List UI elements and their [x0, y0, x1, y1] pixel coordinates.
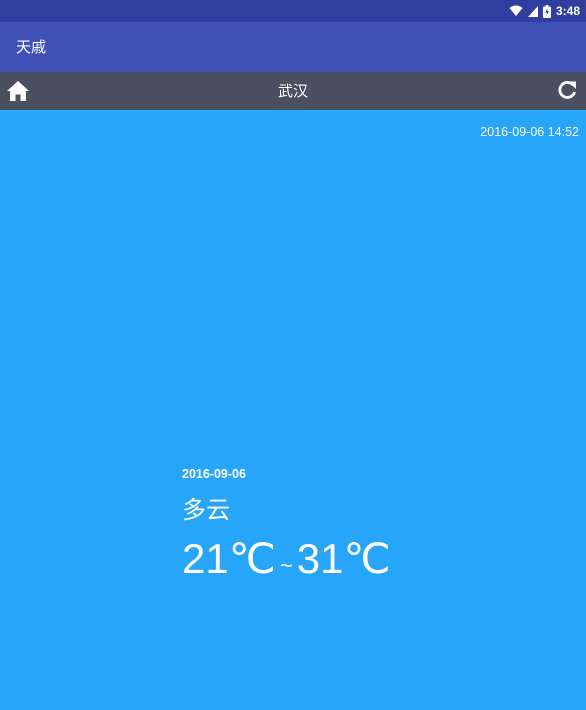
temp-high: 31℃: [296, 535, 391, 582]
temp-separator: ~: [279, 553, 293, 578]
refresh-icon: [556, 81, 578, 105]
status-time: 3:48: [555, 4, 580, 18]
weather-info: 2016-09-06 多云 21℃ ~ 31℃: [182, 466, 391, 582]
weather-screen: 3:48 天戚 武汉 2016-09-06 14:52 2016-09-06 多…: [0, 0, 586, 710]
refresh-button[interactable]: [556, 79, 578, 101]
battery-icon: [542, 4, 551, 18]
app-title: 天戚: [16, 38, 47, 56]
temperature-range: 21℃ ~ 31℃: [182, 536, 391, 582]
weather-description: 多云: [182, 496, 230, 524]
forecast-date: 2016-09-06: [182, 467, 246, 481]
publish-time: 2016-09-06 14:52: [480, 125, 579, 139]
status-bar: 3:48: [0, 0, 586, 22]
status-icons: 3:48: [509, 4, 580, 18]
city-toolbar: 武汉: [0, 72, 586, 110]
temp-low: 21℃: [182, 535, 276, 582]
signal-icon: [527, 5, 538, 17]
app-bar: 天戚: [0, 22, 586, 72]
wifi-icon: [509, 5, 523, 17]
city-name: 武汉: [277, 82, 308, 100]
